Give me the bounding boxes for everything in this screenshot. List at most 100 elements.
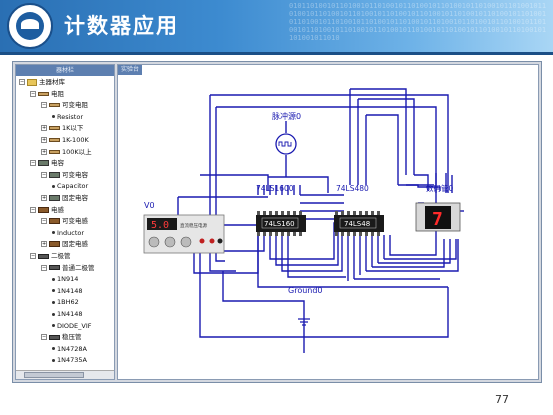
ground-symbol[interactable]: Ground0 bbox=[288, 286, 323, 326]
resistor-icon bbox=[49, 103, 60, 108]
tree-item-label: Capacitor bbox=[57, 182, 89, 191]
tree-item-label: 主器材库 bbox=[39, 78, 65, 86]
tree-item-label: 100K以上 bbox=[62, 147, 92, 156]
tree-expander-icon[interactable]: − bbox=[30, 90, 36, 97]
tree-item-label: 可变电阻 bbox=[62, 101, 88, 110]
tree-item-label: 可变电感 bbox=[62, 217, 88, 226]
tree-item-label: 1N4148 bbox=[57, 286, 83, 295]
tree-item[interactable]: 1N4148 bbox=[52, 309, 83, 319]
tree-item[interactable]: − 主器材库 bbox=[19, 77, 65, 87]
ground-name-label: Ground0 bbox=[288, 286, 323, 295]
tree-item[interactable]: − 可变电容 bbox=[41, 170, 88, 180]
inductor-icon bbox=[49, 218, 60, 225]
tree-item[interactable]: − 电阻 bbox=[30, 89, 64, 99]
tree-item[interactable]: DIODE_VIF bbox=[52, 321, 92, 331]
tree-expander-icon[interactable]: − bbox=[19, 79, 25, 85]
tree-item[interactable]: Capacitor bbox=[52, 181, 88, 191]
tree-expander-icon[interactable]: − bbox=[41, 264, 47, 271]
tree-item[interactable]: +100K以上 bbox=[41, 147, 92, 157]
tree-expander-icon[interactable]: − bbox=[30, 253, 36, 259]
leaf-icon bbox=[52, 289, 55, 293]
power-supply-name-label: V0 bbox=[144, 201, 155, 210]
tree-expander-icon[interactable]: + bbox=[41, 125, 47, 132]
folder-icon bbox=[27, 78, 37, 86]
university-logo-icon bbox=[7, 3, 53, 49]
chip1-name-label: 74LS1600 bbox=[256, 184, 294, 193]
tree-item-label: 普通二极管 bbox=[62, 263, 95, 272]
tab-workbench[interactable]: 实验台 bbox=[118, 65, 142, 75]
tree-item-label: 电阻 bbox=[51, 89, 64, 98]
tree-expander-icon[interactable]: + bbox=[41, 148, 47, 155]
tree-item-label: Inductor bbox=[57, 228, 85, 237]
tree-item-label: 1N4148 bbox=[57, 310, 83, 318]
tree-item[interactable]: − 电容 bbox=[30, 158, 64, 168]
tree-item[interactable]: 1N4735A bbox=[52, 355, 87, 365]
leaf-icon bbox=[52, 358, 55, 362]
workbench-canvas[interactable]: 实验台 脉冲源0 74LS1600 74LS160 74LS480 74LS48… bbox=[117, 64, 539, 380]
resistor-icon bbox=[49, 138, 60, 142]
tree-item[interactable]: − 电感 bbox=[30, 205, 64, 215]
tree-item[interactable]: + 固定电感 bbox=[41, 239, 88, 249]
leaf-icon bbox=[52, 277, 55, 281]
tree-item[interactable]: 1BH62 bbox=[52, 297, 79, 307]
chip-74ls160[interactable]: 74LS1600 74LS160 bbox=[256, 184, 306, 236]
diode-icon bbox=[38, 253, 49, 259]
leaf-icon bbox=[52, 184, 55, 188]
scrollbar-thumb[interactable] bbox=[24, 372, 84, 378]
circuit-diagram: 脉冲源0 74LS1600 74LS160 74LS480 74LS48 数码管… bbox=[143, 88, 464, 353]
tree-item[interactable]: 1N4728A bbox=[52, 344, 87, 354]
tree-item-label: 1N914 bbox=[57, 275, 79, 284]
component-tree[interactable]: − 主器材库 − 电阻 − 可变电阻 Resistor +1K以下 +1K-100K +100K以… bbox=[16, 77, 114, 369]
page-number: 77 bbox=[495, 393, 509, 406]
tree-expander-icon[interactable]: + bbox=[41, 137, 47, 143]
leaf-icon bbox=[52, 300, 55, 304]
leaf-icon bbox=[52, 312, 55, 316]
tree-item-label: Resistor bbox=[57, 112, 83, 121]
leaf-icon bbox=[52, 324, 55, 328]
tree-item[interactable]: Inductor bbox=[52, 228, 84, 238]
binary-pattern-decoration: 0101101001011010010110100101101001011010… bbox=[289, 2, 547, 42]
tree-item-label: 1BH62 bbox=[57, 298, 79, 307]
tree-item[interactable]: − 稳压管 bbox=[41, 332, 82, 342]
tree-item-label: 可变电容 bbox=[62, 170, 88, 179]
diode-icon bbox=[49, 265, 60, 271]
tree-item-label: DIODE_VIF bbox=[57, 321, 92, 330]
tree-expander-icon[interactable]: + bbox=[41, 241, 47, 248]
dc-power-supply[interactable]: V0 5.0 直流稳压电源 bbox=[143, 201, 225, 254]
tree-item[interactable]: 1N914 bbox=[52, 274, 78, 284]
tree-item[interactable]: +1K以下 bbox=[41, 123, 83, 133]
leaf-icon bbox=[52, 231, 55, 235]
tree-expander-icon[interactable]: − bbox=[30, 160, 36, 167]
tree-item[interactable]: Resistor bbox=[52, 112, 83, 122]
chip-74ls48[interactable]: 74LS480 74LS48 bbox=[334, 184, 384, 236]
tree-expander-icon[interactable]: − bbox=[30, 206, 36, 213]
tree-item[interactable]: − 普通二极管 bbox=[41, 263, 95, 273]
pulse-source-label: 脉冲源0 bbox=[272, 111, 301, 121]
tree-expander-icon[interactable]: + bbox=[41, 195, 47, 201]
tree-item[interactable]: − 二极管 bbox=[30, 251, 71, 261]
tree-item-label: 电感 bbox=[51, 205, 64, 214]
horizontal-scrollbar[interactable] bbox=[16, 370, 114, 379]
tree-item-label: 固定电感 bbox=[62, 240, 88, 249]
capacitor-icon bbox=[38, 160, 49, 167]
tree-item-label: 二极管 bbox=[51, 252, 71, 260]
tree-item[interactable]: − 可变电感 bbox=[41, 216, 88, 226]
simulator-window: 器材栏 − 主器材库 − 电阻 − 可变电阻 Resistor +1K以下 +1K-100K +1… bbox=[12, 61, 542, 383]
resistor-icon bbox=[49, 149, 60, 154]
chip2-label: 74LS48 bbox=[344, 220, 370, 228]
tree-item[interactable]: 1N4148 bbox=[52, 286, 83, 296]
tree-item[interactable]: +1K-100K bbox=[41, 135, 89, 145]
tree-item-label: 1N4728A bbox=[57, 344, 87, 353]
tree-item[interactable]: − 可变电阻 bbox=[41, 100, 88, 110]
tree-item[interactable]: + 固定电容 bbox=[41, 193, 88, 203]
capacitor-icon bbox=[49, 195, 60, 201]
tree-expander-icon[interactable]: − bbox=[41, 218, 47, 225]
display-digit: 7 bbox=[432, 209, 443, 230]
tree-expander-icon[interactable]: − bbox=[41, 102, 47, 109]
inductor-icon bbox=[38, 206, 49, 213]
seven-segment-display[interactable]: 数码管0 7 bbox=[415, 183, 461, 232]
tree-expander-icon[interactable]: − bbox=[41, 171, 47, 178]
chip2-name-label: 74LS480 bbox=[336, 184, 369, 193]
tree-item-label: 1K-100K bbox=[62, 136, 89, 144]
tree-expander-icon[interactable]: − bbox=[41, 334, 47, 341]
